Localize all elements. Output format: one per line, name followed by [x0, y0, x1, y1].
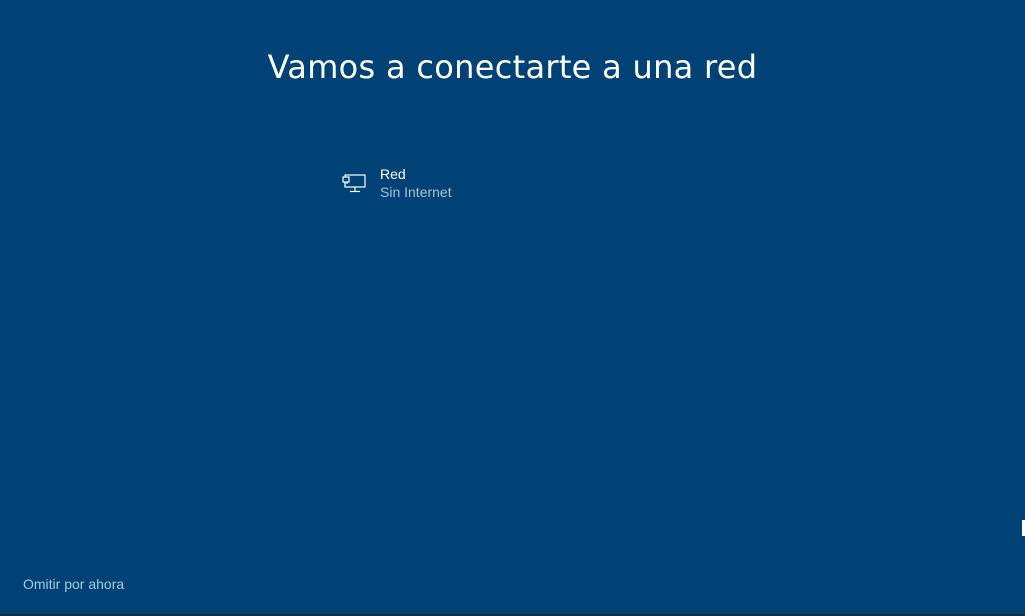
network-text: Red Sin Internet	[380, 165, 452, 201]
network-item-red[interactable]: Red Sin Internet	[336, 164, 696, 202]
wired-network-icon	[342, 170, 368, 196]
network-status: Sin Internet	[380, 184, 452, 200]
network-name: Red	[380, 166, 406, 182]
network-list: Red Sin Internet	[336, 164, 696, 202]
page-title: Vamos a conectarte a una red	[267, 48, 758, 86]
skip-link[interactable]: Omitir por ahora	[23, 576, 124, 592]
